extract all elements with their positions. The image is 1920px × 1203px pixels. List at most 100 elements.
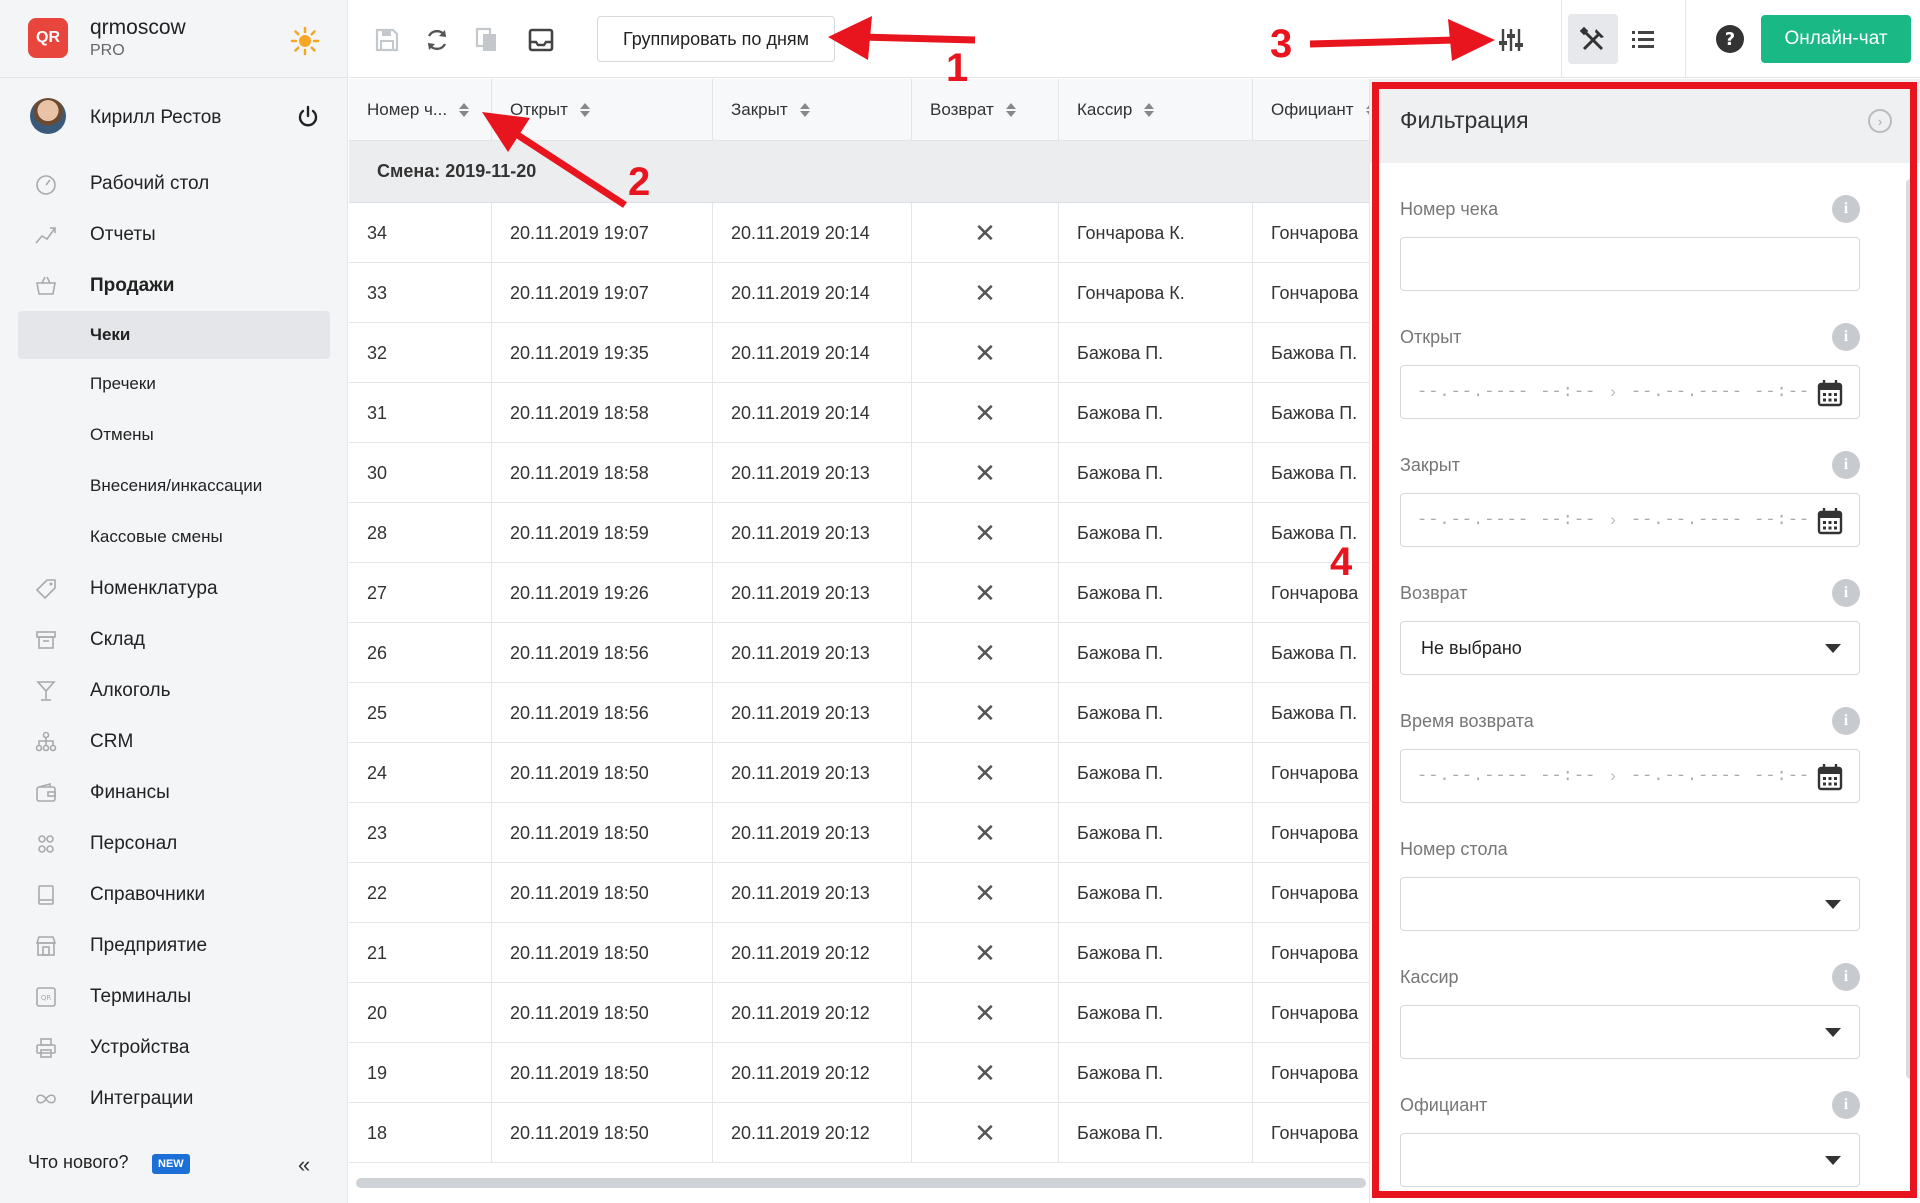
table-row[interactable]: 27 20.11.2019 19:26 20.11.2019 20:13 ✕ Бажов… bbox=[349, 563, 1369, 623]
horizontal-scrollbar[interactable] bbox=[356, 1178, 1366, 1188]
close-icon: ✕ bbox=[912, 923, 1059, 983]
table-number-select[interactable] bbox=[1400, 877, 1860, 931]
nav-item-devices[interactable]: Устройства bbox=[0, 1022, 348, 1073]
table-row[interactable]: 23 20.11.2019 18:50 20.11.2019 20:13 ✕ Бажов… bbox=[349, 803, 1369, 863]
nav-item-warehouse[interactable]: Склад bbox=[0, 614, 348, 665]
list-icon[interactable] bbox=[1629, 26, 1657, 54]
nav-sub-receipts[interactable]: Чеки bbox=[18, 311, 330, 359]
sort-icon[interactable] bbox=[1144, 103, 1155, 117]
whats-new-link[interactable]: Что нового? bbox=[28, 1152, 129, 1173]
group-by-days-button[interactable]: Группировать по дням bbox=[597, 16, 835, 62]
info-icon[interactable]: i bbox=[1832, 579, 1860, 607]
wallet-icon bbox=[36, 782, 56, 802]
svg-text:QR: QR bbox=[41, 994, 52, 1002]
collapse-panel-icon[interactable]: › bbox=[1868, 109, 1892, 133]
shift-group-row[interactable]: Смена: 2019-11-20 bbox=[349, 141, 1369, 203]
terminal-icon: QR bbox=[36, 987, 56, 1007]
table-row[interactable]: 18 20.11.2019 18:50 20.11.2019 20:12 ✕ Бажов… bbox=[349, 1103, 1369, 1163]
refund-time-range[interactable]: --.--.---- --:-- › --.--.---- --:-- bbox=[1400, 749, 1860, 803]
nav-item-label: Финансы bbox=[90, 781, 170, 803]
nav-item-staff[interactable]: Персонал bbox=[0, 818, 348, 869]
nav-item-crm[interactable]: CRM bbox=[0, 716, 348, 767]
info-icon[interactable]: i bbox=[1832, 323, 1860, 351]
table-row[interactable]: 30 20.11.2019 18:58 20.11.2019 20:13 ✕ Бажов… bbox=[349, 443, 1369, 503]
info-icon[interactable]: i bbox=[1832, 451, 1860, 479]
receipt-number-input[interactable] bbox=[1401, 238, 1859, 290]
table-row[interactable]: 20 20.11.2019 18:50 20.11.2019 20:12 ✕ Бажов… bbox=[349, 983, 1369, 1043]
cell-closed: 20.11.2019 20:12 bbox=[713, 1103, 912, 1163]
nav-item-directories[interactable]: Справочники bbox=[0, 869, 348, 920]
column-header-waiter[interactable]: Официант bbox=[1253, 79, 1377, 141]
table-row[interactable]: 32 20.11.2019 19:35 20.11.2019 20:14 ✕ Бажов… bbox=[349, 323, 1369, 383]
cell-cashier: Бажова П. bbox=[1059, 863, 1253, 923]
nav-item-enterprise[interactable]: Предприятие bbox=[0, 920, 348, 971]
brand-logo[interactable]: QR bbox=[28, 18, 68, 58]
nav-item-integrations[interactable]: Интеграции bbox=[0, 1073, 348, 1124]
user-profile[interactable]: Кирилл Рестов bbox=[0, 90, 348, 146]
sort-icon[interactable] bbox=[799, 103, 810, 117]
new-badge: NEW bbox=[152, 1154, 190, 1174]
nav-sub-cash-shifts[interactable]: Кассовые смены bbox=[0, 512, 348, 563]
info-icon[interactable]: i bbox=[1832, 195, 1860, 223]
nav-item-finance[interactable]: Финансы bbox=[0, 767, 348, 818]
info-icon[interactable]: i bbox=[1832, 707, 1860, 735]
cell-number: 27 bbox=[349, 563, 492, 623]
save-icon[interactable] bbox=[373, 26, 401, 54]
nav-sub-cancellations[interactable]: Отмены bbox=[0, 410, 348, 461]
calendar-icon[interactable] bbox=[1817, 763, 1843, 791]
cashier-select[interactable] bbox=[1400, 1005, 1860, 1059]
tools-icon[interactable] bbox=[1579, 26, 1607, 54]
calendar-icon[interactable] bbox=[1817, 379, 1843, 407]
info-icon[interactable]: i bbox=[1832, 1091, 1860, 1119]
column-header-cashier[interactable]: Кассир bbox=[1059, 79, 1253, 141]
sort-icon[interactable] bbox=[459, 103, 470, 117]
table-row[interactable]: 22 20.11.2019 18:50 20.11.2019 20:13 ✕ Бажов… bbox=[349, 863, 1369, 923]
refund-select[interactable]: Не выбрано bbox=[1400, 621, 1860, 675]
column-header-number[interactable]: Номер ч... bbox=[349, 79, 492, 141]
column-header-refund[interactable]: Возврат bbox=[912, 79, 1059, 141]
table-row[interactable]: 25 20.11.2019 18:56 20.11.2019 20:13 ✕ Бажов… bbox=[349, 683, 1369, 743]
refresh-icon[interactable] bbox=[423, 26, 451, 54]
table-row[interactable]: 28 20.11.2019 18:59 20.11.2019 20:13 ✕ Бажов… bbox=[349, 503, 1369, 563]
info-icon[interactable]: i bbox=[1832, 963, 1860, 991]
online-chat-button[interactable]: Онлайн-чат bbox=[1761, 15, 1911, 63]
column-header-opened[interactable]: Открыт bbox=[492, 79, 713, 141]
nav-item-sales[interactable]: Продажи bbox=[0, 260, 348, 311]
table-row[interactable]: 21 20.11.2019 18:50 20.11.2019 20:12 ✕ Бажов… bbox=[349, 923, 1369, 983]
nav-item-nomenclature[interactable]: Номенклатура bbox=[0, 563, 348, 614]
nav-sub-prechecks[interactable]: Пречеки bbox=[0, 359, 348, 410]
waiter-select[interactable] bbox=[1400, 1133, 1860, 1187]
nav-item-terminals[interactable]: QR Терминалы bbox=[0, 971, 348, 1022]
sun-icon[interactable] bbox=[290, 26, 320, 56]
user-name: Кирилл Рестов bbox=[90, 107, 222, 128]
table-row[interactable]: 33 20.11.2019 19:07 20.11.2019 20:14 ✕ Гонча… bbox=[349, 263, 1369, 323]
table-row[interactable]: 19 20.11.2019 18:50 20.11.2019 20:12 ✕ Бажов… bbox=[349, 1043, 1369, 1103]
nav-item-reports[interactable]: Отчеты bbox=[0, 209, 348, 260]
vertical-scrollbar[interactable] bbox=[1906, 179, 1915, 1079]
date-to-placeholder: --.--.---- --:-- bbox=[1630, 382, 1811, 402]
sort-icon[interactable] bbox=[579, 103, 590, 117]
annotation-number-1: 1 bbox=[946, 46, 969, 90]
nav-item-alcohol[interactable]: Алкоголь bbox=[0, 665, 348, 716]
nav-item-dashboard[interactable]: Рабочий стол bbox=[0, 158, 348, 209]
table-row[interactable]: 34 20.11.2019 19:07 20.11.2019 20:14 ✕ Гонча… bbox=[349, 203, 1369, 263]
opened-date-range[interactable]: --.--.---- --:-- › --.--.---- --:-- bbox=[1400, 365, 1860, 419]
cell-waiter: Гончарова bbox=[1271, 822, 1359, 843]
receipts-table: Номер ч... Открыт Закрыт Возврат Кассир … bbox=[349, 79, 1377, 1163]
inbox-icon[interactable] bbox=[527, 26, 555, 54]
help-icon[interactable]: ? bbox=[1715, 24, 1745, 54]
copy-icon[interactable] bbox=[473, 26, 501, 54]
calendar-icon[interactable] bbox=[1817, 507, 1843, 535]
table-row[interactable]: 31 20.11.2019 18:58 20.11.2019 20:14 ✕ Бажов… bbox=[349, 383, 1369, 443]
nav-sub-cash-operations[interactable]: Внесения/инкассации bbox=[0, 461, 348, 512]
sort-icon[interactable] bbox=[1005, 103, 1016, 117]
collapse-sidebar-button[interactable]: « bbox=[298, 1152, 310, 1178]
cell-opened: 20.11.2019 18:50 bbox=[492, 983, 713, 1043]
closed-date-range[interactable]: --.--.---- --:-- › --.--.---- --:-- bbox=[1400, 493, 1860, 547]
column-header-closed[interactable]: Закрыт bbox=[713, 79, 912, 141]
table-row[interactable]: 24 20.11.2019 18:50 20.11.2019 20:13 ✕ Бажов… bbox=[349, 743, 1369, 803]
date-from-placeholder: --.--.---- --:-- bbox=[1417, 382, 1597, 402]
table-row[interactable]: 26 20.11.2019 18:56 20.11.2019 20:13 ✕ Бажов… bbox=[349, 623, 1369, 683]
filter-sliders-icon[interactable] bbox=[1497, 26, 1525, 54]
power-icon[interactable] bbox=[296, 105, 320, 129]
